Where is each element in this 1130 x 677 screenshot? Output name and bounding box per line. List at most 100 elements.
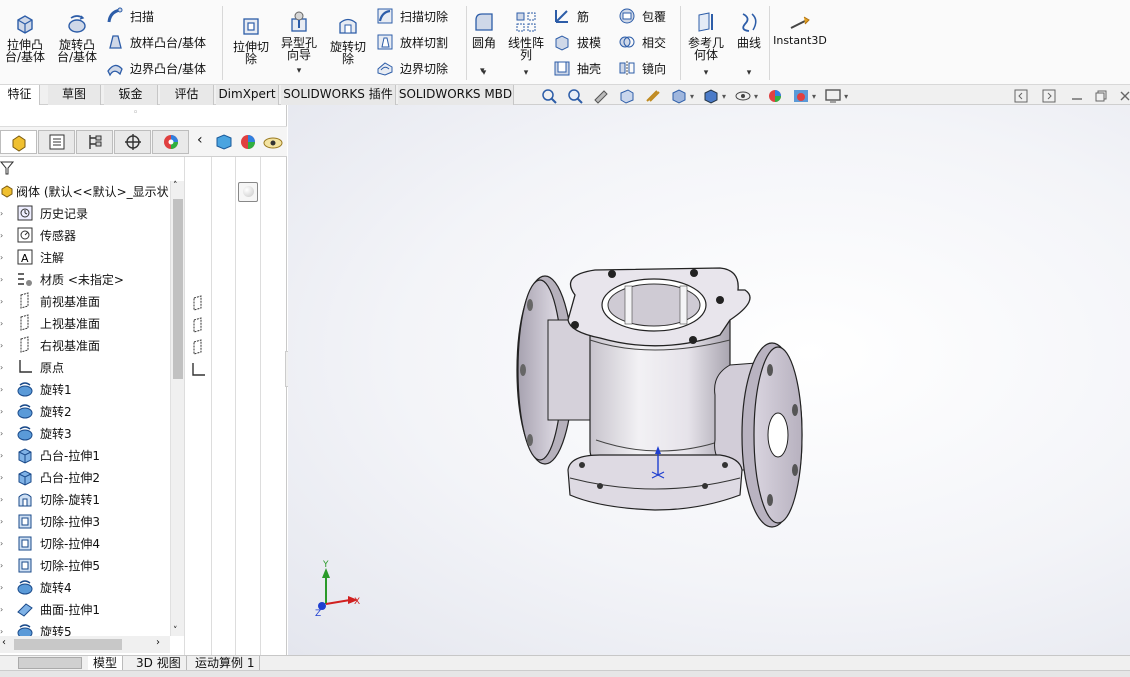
tree-item[interactable]: › A 注解 (0, 246, 170, 268)
tree-item[interactable]: › 切除-拉伸4 (0, 532, 170, 554)
tab-evaluate[interactable]: 评估 (160, 85, 214, 105)
expand-arrow-icon[interactable]: › (0, 605, 6, 614)
feature-manager-tab[interactable] (0, 130, 37, 154)
expand-arrow-icon[interactable]: › (0, 319, 6, 328)
tab-dimxpert[interactable]: DimXpert (216, 85, 279, 105)
tree-item[interactable]: › 凸台-拉伸1 (0, 444, 170, 466)
tree-item[interactable]: › 旋转3 (0, 422, 170, 444)
tree-item[interactable]: › 传感器 (0, 224, 170, 246)
tree-horizontal-scrollbar[interactable]: ‹ › (0, 636, 170, 653)
revolve-boss-button[interactable]: 旋转凸 台/基体 (54, 12, 100, 63)
hide-show-caret[interactable]: ▾ (754, 92, 758, 101)
tree-root-part[interactable]: 阀体 (默认<<默认>_显示状 (0, 181, 170, 202)
expand-arrow-icon[interactable]: › (0, 539, 6, 548)
box-view-icon[interactable] (214, 132, 234, 152)
rib-button[interactable]: 筋 (553, 5, 589, 27)
display-style-icon[interactable] (702, 88, 720, 104)
linear-pattern-button[interactable]: 线性阵 列 ▾ (504, 10, 548, 78)
appearance-ball-icon[interactable] (238, 132, 258, 152)
splitter-grip-icon[interactable]: ◦ (133, 108, 138, 118)
expand-arrow-icon[interactable]: › (0, 517, 6, 526)
scroll-left-icon[interactable]: ‹ (2, 637, 6, 648)
tree-item[interactable]: › 切除-拉伸3 (0, 510, 170, 532)
plane-icon[interactable] (191, 317, 205, 333)
section-view-icon[interactable] (618, 88, 636, 104)
graphics-area[interactable]: Y X Z (288, 105, 1130, 655)
expand-arrow-icon[interactable]: › (0, 473, 6, 482)
tree-item[interactable]: › 上视基准面 (0, 312, 170, 334)
scrollbar-thumb[interactable] (173, 199, 183, 379)
expand-arrow-icon[interactable]: › (0, 297, 6, 306)
tree-item[interactable]: › 切除-拉伸5 (0, 554, 170, 576)
instant3d-button[interactable]: Instant3D (772, 14, 828, 47)
expand-arrow-icon[interactable]: › (0, 495, 6, 504)
expand-arrow-icon[interactable]: › (0, 275, 6, 284)
collapse-arrow-icon[interactable]: ‹ (197, 132, 203, 148)
configuration-manager-tab[interactable] (76, 130, 113, 154)
expand-arrow-icon[interactable]: › (0, 363, 6, 372)
zoom-to-fit-icon[interactable] (540, 88, 558, 104)
restore-icon[interactable] (1094, 88, 1108, 104)
tab-sheet-metal[interactable]: 钣金 (104, 85, 158, 105)
filter-icon[interactable] (0, 160, 14, 176)
panel-splitter[interactable]: ◦ (0, 105, 287, 127)
curves-button[interactable]: 曲线 ▾ (732, 10, 766, 78)
scene-lights-icon[interactable] (262, 132, 284, 152)
tab-features[interactable]: 特征 (0, 85, 40, 105)
tree-item[interactable]: › 曲面-拉伸1 (0, 598, 170, 620)
fillet-button[interactable]: 圆角 ▾ (468, 10, 500, 78)
tree-item[interactable]: › 凸台-拉伸2 (0, 466, 170, 488)
shell-button[interactable]: 抽壳 (553, 57, 601, 79)
tab-3d-views[interactable]: 3D 视图 (131, 656, 187, 671)
hide-show-items-icon[interactable] (734, 88, 752, 104)
draft-button[interactable]: 拔模 (553, 31, 601, 53)
loft-boss-button[interactable]: 放样凸台/基体 (106, 31, 206, 53)
hole-wizard-caret[interactable]: ▾ (297, 65, 302, 77)
previous-view-icon[interactable] (592, 88, 610, 104)
expand-arrow-icon[interactable]: › (0, 385, 6, 394)
expand-arrow-icon[interactable]: › (0, 429, 6, 438)
hscroll-thumb[interactable] (14, 639, 122, 650)
expand-arrow-icon[interactable]: › (0, 407, 6, 416)
tab-sketch[interactable]: 草图 (48, 85, 101, 105)
mirror-button[interactable]: 镜向 (618, 57, 666, 79)
tree-item[interactable]: › 右视基准面 (0, 334, 170, 356)
pane-right-icon[interactable] (1042, 88, 1056, 104)
right-flange[interactable] (741, 342, 803, 528)
display-style-caret[interactable]: ▾ (722, 92, 726, 101)
zoom-to-area-icon[interactable] (566, 88, 584, 104)
boundary-boss-button[interactable]: 边界凸台/基体 (106, 57, 206, 79)
view-orientation-icon[interactable] (670, 88, 688, 104)
tree-item[interactable]: › 切除-旋转1 (0, 488, 170, 510)
origin-icon[interactable] (189, 361, 207, 379)
dimxpert-manager-tab[interactable] (114, 130, 151, 154)
extrude-cut-button[interactable]: 拉伸切 除 (229, 14, 273, 65)
tab-model[interactable]: 模型 (88, 656, 124, 671)
expand-arrow-icon[interactable]: › (0, 209, 6, 218)
apply-scene-icon[interactable] (792, 88, 810, 104)
expand-arrow-icon[interactable]: › (0, 451, 6, 460)
view-orientation-caret[interactable]: ▾ (690, 92, 694, 101)
tree-item[interactable]: › 旋转1 (0, 378, 170, 400)
expand-arrow-icon[interactable]: › (0, 341, 6, 350)
expand-arrow-icon[interactable]: › (0, 253, 6, 262)
tab-solidworks-addins[interactable]: SOLIDWORKS 插件 (281, 85, 396, 105)
fillet-dropdown[interactable]: ▾ (480, 66, 485, 76)
linear-pattern-caret[interactable]: ▾ (524, 67, 529, 79)
tree-item[interactable]: › 旋转5 (0, 620, 170, 636)
sweep-button[interactable]: 扫描 (106, 5, 154, 27)
tab-motion-study-1[interactable]: 运动算例 1 (190, 656, 261, 671)
dynamic-annotation-icon[interactable] (644, 88, 662, 104)
loft-cut-button[interactable]: 放样切割 (376, 31, 448, 53)
view-settings-caret[interactable]: ▾ (844, 92, 848, 101)
edit-appearance-icon[interactable] (766, 88, 784, 104)
wrap-button[interactable]: 包覆 (618, 5, 666, 27)
intersect-button[interactable]: 相交 (618, 31, 666, 53)
display-manager-tab[interactable] (152, 130, 189, 154)
scroll-up-icon[interactable]: ˄ (173, 181, 178, 191)
scroll-down-icon[interactable]: ˅ (173, 626, 178, 636)
minimize-icon[interactable] (1070, 88, 1084, 104)
tree-item[interactable]: › 旋转2 (0, 400, 170, 422)
scroll-right-icon[interactable]: › (156, 637, 160, 648)
curves-caret[interactable]: ▾ (747, 67, 752, 79)
